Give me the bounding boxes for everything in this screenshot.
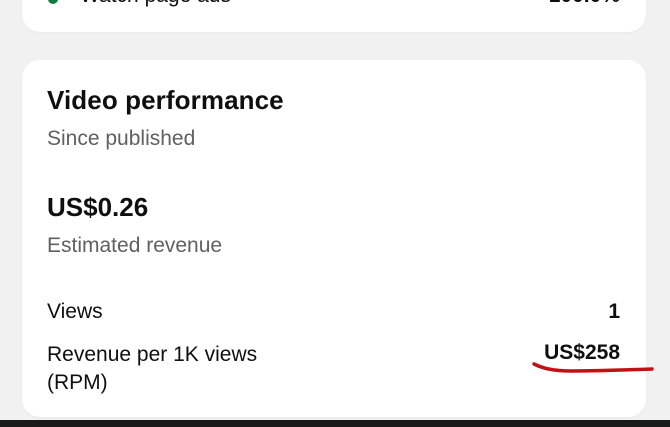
estimated-revenue-value: US$0.26: [47, 192, 149, 222]
ad-types-card: Watch page ads 100.0%: [22, 0, 646, 32]
rpm-label: Revenue per 1K views (RPM): [47, 341, 257, 397]
estimated-revenue-label: Estimated revenue: [47, 234, 223, 257]
ad-type-label: Watch page ads: [80, 0, 231, 8]
ad-type-value: 100.0%: [549, 0, 620, 8]
legend-dot: [48, 0, 58, 4]
rpm-label-line1: Revenue per 1K views: [47, 343, 258, 366]
views-value: 1: [608, 300, 620, 323]
card-title: Video performance: [47, 85, 284, 115]
rpm-label-line2: (RPM): [47, 371, 108, 394]
bottom-system-bar: [0, 420, 670, 427]
card-subtitle: Since published: [47, 127, 196, 150]
views-label: Views: [47, 300, 103, 323]
red-underline-annotation: [532, 362, 654, 373]
